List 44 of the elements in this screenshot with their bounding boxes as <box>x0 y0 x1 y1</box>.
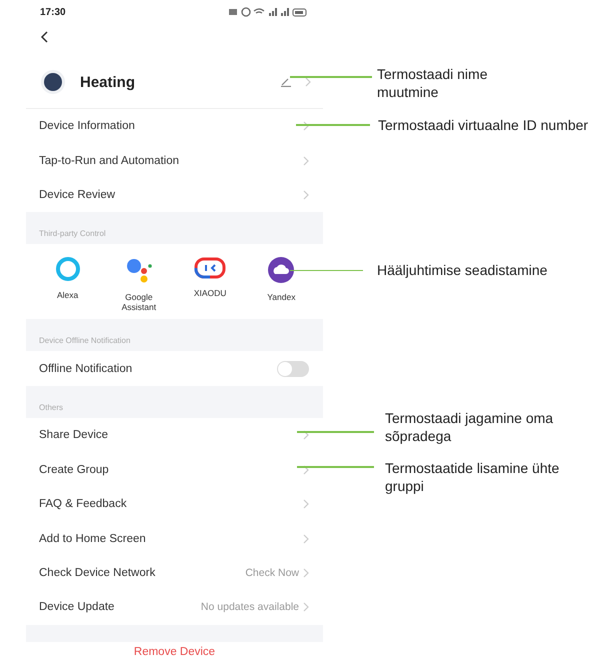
section-heading: Third-party Control <box>39 229 106 238</box>
menu-item-label: Check Device Network <box>39 566 156 579</box>
section-heading: Others <box>39 403 64 412</box>
menu-item-label: Create Group <box>39 464 110 476</box>
annotation-text: Hääljuhtimise seadistamine <box>377 262 548 280</box>
menu-item-label: Tap-to-Run and Automation <box>39 154 180 167</box>
back-icon[interactable] <box>40 31 48 43</box>
menu-item-label: Device Update <box>39 601 116 614</box>
chevron-right-icon <box>303 430 309 440</box>
annotation-text: Termostaadi jagamine oma sõpradega <box>385 410 554 445</box>
menu-item-label: Offline Notification <box>39 362 134 375</box>
thermostat-icon <box>40 69 66 95</box>
chevron-right-icon <box>303 121 309 132</box>
chevron-right-icon <box>303 602 309 612</box>
chevron-right-icon <box>303 156 309 166</box>
service-name[interactable]: Google Assistant <box>108 292 169 313</box>
chevron-right-icon <box>303 499 309 510</box>
menu-item-label: Add to Home Screen <box>39 532 147 545</box>
chevron-right-icon <box>303 568 309 578</box>
service-name[interactable]: Alexa <box>56 290 78 300</box>
chevron-right-icon <box>303 534 309 544</box>
chevron-right-icon <box>303 464 309 475</box>
toggle-switch[interactable] <box>277 360 309 377</box>
service-name[interactable]: Yandex <box>267 292 296 302</box>
menu-item-label: Device Review <box>39 188 116 201</box>
menu-item-label: Share Device <box>39 429 110 442</box>
menu-item-value: Check Now <box>245 566 299 579</box>
robot-face-icon <box>194 256 226 280</box>
remove-device-button[interactable]: Remove Device <box>130 644 220 660</box>
service-name[interactable]: XIAODU <box>194 288 226 298</box>
pencil-icon[interactable] <box>281 77 291 87</box>
annotation-text: Termostaadi virtuaalne ID number <box>378 117 590 134</box>
device-name: Heating <box>80 74 136 90</box>
menu-item-value: No updates available <box>200 601 299 614</box>
section-heading: Device Offline Notification <box>39 336 130 346</box>
annotation-text: Termostaatide lisamine ühte gruppi <box>385 460 560 495</box>
chevron-right-icon <box>305 77 311 87</box>
menu-item-label: Device Information <box>39 120 136 132</box>
cloud-circle-icon <box>267 256 296 284</box>
chevron-right-icon <box>303 190 309 200</box>
menu-item-label: FAQ & Feedback <box>39 498 128 510</box>
status-time: 17:30 <box>40 6 66 18</box>
annotation-text: Termostaadi nime muutmine <box>377 66 488 101</box>
ring-icon <box>54 256 81 282</box>
